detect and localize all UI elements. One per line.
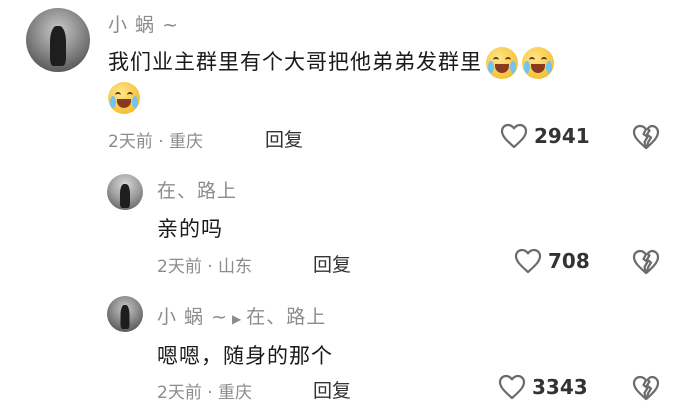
dislike-button[interactable] (632, 124, 660, 154)
comment-meta: 2天前 · 山东 (157, 257, 253, 277)
reply-arrow-icon: ▶ (232, 312, 243, 326)
like-count: 708 (548, 249, 590, 273)
reply-button[interactable]: 回复 (313, 250, 351, 277)
avatar[interactable] (26, 8, 90, 72)
comment-author[interactable]: 在、路上 (157, 176, 237, 203)
like-count: 2941 (534, 124, 590, 148)
comment-item: 小 蜗 ~ 我们业主群里有个大哥把他弟弟发群里 2天前 · 重庆 回复 2941 (0, 0, 690, 160)
heart-icon (500, 123, 528, 149)
reply-button[interactable]: 回复 (313, 376, 351, 403)
like-count: 3343 (532, 375, 588, 399)
crying-laughing-emoji-icon (486, 47, 518, 79)
like-button[interactable]: 3343 (498, 374, 588, 400)
crying-laughing-emoji-icon (108, 82, 140, 114)
reply-button[interactable]: 回复 (265, 125, 303, 152)
broken-heart-icon (632, 375, 660, 401)
broken-heart-icon (632, 249, 660, 275)
dislike-button[interactable] (632, 375, 660, 405)
heart-icon (514, 248, 542, 274)
comment-text-content: 我们业主群里有个大哥把他弟弟发群里 (108, 50, 482, 74)
comment-meta: 2天前 · 重庆 (108, 132, 204, 152)
comment-author[interactable]: 小 蜗 ~ (108, 10, 179, 37)
comment-text: 亲的吗 (157, 217, 223, 241)
comment-author-line: 小 蜗 ~ ▶ 在、路上 (157, 302, 326, 329)
reply-to-author[interactable]: 在、路上 (246, 306, 326, 328)
avatar[interactable] (107, 174, 143, 210)
comment-text: 嗯嗯，随身的那个 (157, 344, 333, 368)
like-button[interactable]: 2941 (500, 123, 590, 149)
dislike-button[interactable] (632, 249, 660, 279)
like-button[interactable]: 708 (514, 248, 590, 274)
comment-author[interactable]: 小 蜗 ~ (157, 306, 228, 328)
reply-item: 在、路上 亲的吗 2天前 · 山东 回复 708 (0, 160, 690, 280)
broken-heart-icon (632, 124, 660, 150)
crying-laughing-emoji-icon (522, 47, 554, 79)
reply-item: 小 蜗 ~ ▶ 在、路上 嗯嗯，随身的那个 2天前 · 重庆 回复 3343 (0, 280, 690, 403)
comment-meta: 2天前 · 重庆 (157, 383, 253, 403)
heart-icon (498, 374, 526, 400)
comment-text: 我们业主群里有个大哥把他弟弟发群里 (108, 46, 554, 79)
avatar[interactable] (107, 296, 143, 332)
comment-text-line2 (104, 82, 140, 114)
